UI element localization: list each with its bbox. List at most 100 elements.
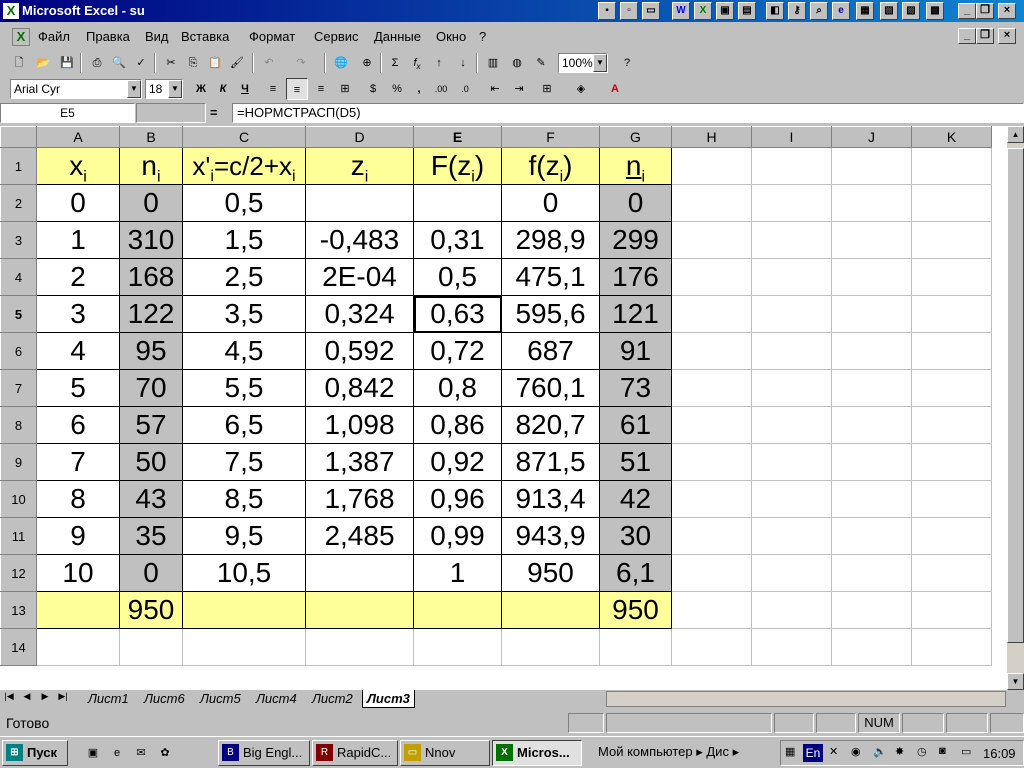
cell[interactable]: [751, 184, 832, 222]
cell[interactable]: [831, 480, 912, 518]
cell-f[interactable]: 820,7: [501, 406, 600, 444]
last-sheet-icon[interactable]: ▶|: [56, 691, 70, 707]
quicklaunch-icon-8[interactable]: ◧: [766, 2, 784, 20]
cell-g[interactable]: 61: [599, 406, 672, 444]
sheet-tab[interactable]: Лист1: [84, 690, 133, 707]
tray-icon[interactable]: ✕: [829, 745, 838, 758]
cell-a[interactable]: 7: [36, 443, 120, 481]
cell-f[interactable]: 687: [501, 332, 600, 370]
close-button[interactable]: ×: [998, 3, 1016, 19]
cell[interactable]: [831, 369, 912, 407]
select-all-button[interactable]: [0, 126, 37, 148]
row-header[interactable]: 14: [0, 628, 37, 666]
cell-c[interactable]: 6,5: [182, 406, 306, 444]
quicklaunch-icon-6[interactable]: ▣: [716, 2, 734, 20]
open-icon[interactable]: 📂: [32, 52, 54, 74]
cell-e[interactable]: 1: [413, 554, 502, 592]
cell-d[interactable]: 0,324: [305, 295, 414, 333]
scroll-up-button[interactable]: ▲: [1007, 126, 1024, 143]
cell[interactable]: [671, 591, 752, 629]
cell-c[interactable]: 9,5: [182, 517, 306, 555]
excel-icon[interactable]: X: [694, 2, 712, 20]
search-icon[interactable]: ⌕: [810, 2, 828, 20]
quicklaunch-icon-7[interactable]: ▤: [738, 2, 756, 20]
web-toolbar-icon[interactable]: ⊕: [356, 52, 378, 74]
cell[interactable]: [671, 369, 752, 407]
cell[interactable]: zi: [305, 147, 414, 185]
cell[interactable]: [671, 332, 752, 370]
cell-c[interactable]: 10,5: [182, 554, 306, 592]
cell-a[interactable]: 8: [36, 480, 120, 518]
row-header[interactable]: 2: [0, 184, 37, 222]
print-preview-icon[interactable]: 🔍: [108, 52, 130, 74]
tray-icon[interactable]: ◉: [851, 745, 861, 758]
cell-c[interactable]: 5,5: [182, 369, 306, 407]
cell[interactable]: [671, 184, 752, 222]
cell-c[interactable]: 4,5: [182, 332, 306, 370]
task-nnov[interactable]: ▭ Nnov: [400, 740, 490, 766]
sort-descending-icon[interactable]: ↓: [452, 52, 474, 74]
menu-insert[interactable]: Вставка: [181, 29, 229, 44]
start-button[interactable]: ⊞ Пуск: [2, 740, 68, 766]
tray-icon[interactable]: ▭: [961, 745, 971, 758]
align-right-icon[interactable]: ≡: [310, 78, 332, 100]
font-size-select[interactable]: 18 ▼: [145, 79, 183, 99]
desktop-icon[interactable]: ▣: [82, 742, 104, 764]
col-header-k[interactable]: K: [911, 126, 992, 148]
cell-e[interactable]: 0,63: [413, 295, 502, 333]
cell[interactable]: [831, 221, 912, 259]
cell-e[interactable]: 0,86: [413, 406, 502, 444]
cell-d[interactable]: 2,485: [305, 517, 414, 555]
col-header-j[interactable]: J: [831, 126, 912, 148]
row-header[interactable]: 10: [0, 480, 37, 518]
cell-a[interactable]: 9: [36, 517, 120, 555]
cell-g[interactable]: 299: [599, 221, 672, 259]
cell-a[interactable]: 4: [36, 332, 120, 370]
cell[interactable]: [671, 628, 752, 666]
scroll-down-button[interactable]: ▼: [1007, 673, 1024, 690]
menu-window[interactable]: Окно: [436, 29, 466, 44]
cell[interactable]: [182, 628, 306, 666]
comma-style-icon[interactable]: ,: [408, 78, 430, 100]
cell-g[interactable]: 42: [599, 480, 672, 518]
first-sheet-icon[interactable]: |◀: [2, 691, 16, 707]
cell-e[interactable]: 0,92: [413, 443, 502, 481]
cell-a[interactable]: 5: [36, 369, 120, 407]
cell[interactable]: [831, 517, 912, 555]
cell[interactable]: [831, 591, 912, 629]
cell-b[interactable]: 950: [119, 591, 183, 629]
cell[interactable]: [831, 443, 912, 481]
redo-icon[interactable]: ↷: [290, 52, 312, 74]
cell[interactable]: xi: [36, 147, 120, 185]
vertical-scrollbar[interactable]: ▲ ▼: [1007, 126, 1024, 690]
cell[interactable]: [671, 147, 752, 185]
name-box[interactable]: E5: [0, 103, 135, 123]
cell[interactable]: [751, 554, 832, 592]
cell-g[interactable]: 176: [599, 258, 672, 296]
cell-b[interactable]: 50: [119, 443, 183, 481]
col-header-i[interactable]: I: [751, 126, 832, 148]
cell[interactable]: [911, 554, 992, 592]
paste-icon[interactable]: 📋: [204, 52, 226, 74]
decrease-indent-icon[interactable]: ⇤: [484, 78, 506, 100]
task-rapidc[interactable]: R RapidC...: [312, 740, 398, 766]
cell-b[interactable]: 310: [119, 221, 183, 259]
cell-d[interactable]: -0,483: [305, 221, 414, 259]
formula-input[interactable]: =НОРМСТРАСП(D5): [232, 103, 1024, 123]
cell-f[interactable]: [501, 591, 600, 629]
sheet-tab[interactable]: Лист4: [252, 690, 301, 707]
cell[interactable]: [36, 628, 120, 666]
cell[interactable]: [831, 406, 912, 444]
row-header[interactable]: 8: [0, 406, 37, 444]
cell-d[interactable]: 0,842: [305, 369, 414, 407]
font-color-icon[interactable]: A: [604, 78, 626, 100]
new-icon[interactable]: 🗋: [8, 52, 30, 74]
cell-e[interactable]: 0,5: [413, 258, 502, 296]
col-header-h[interactable]: H: [671, 126, 752, 148]
cell-e[interactable]: 0,72: [413, 332, 502, 370]
quicklaunch-icon-13[interactable]: ▧: [880, 2, 898, 20]
row-header[interactable]: 6: [0, 332, 37, 370]
col-header-g[interactable]: G: [599, 126, 672, 148]
quicklaunch-icon-14[interactable]: ▨: [902, 2, 920, 20]
cell[interactable]: [831, 295, 912, 333]
